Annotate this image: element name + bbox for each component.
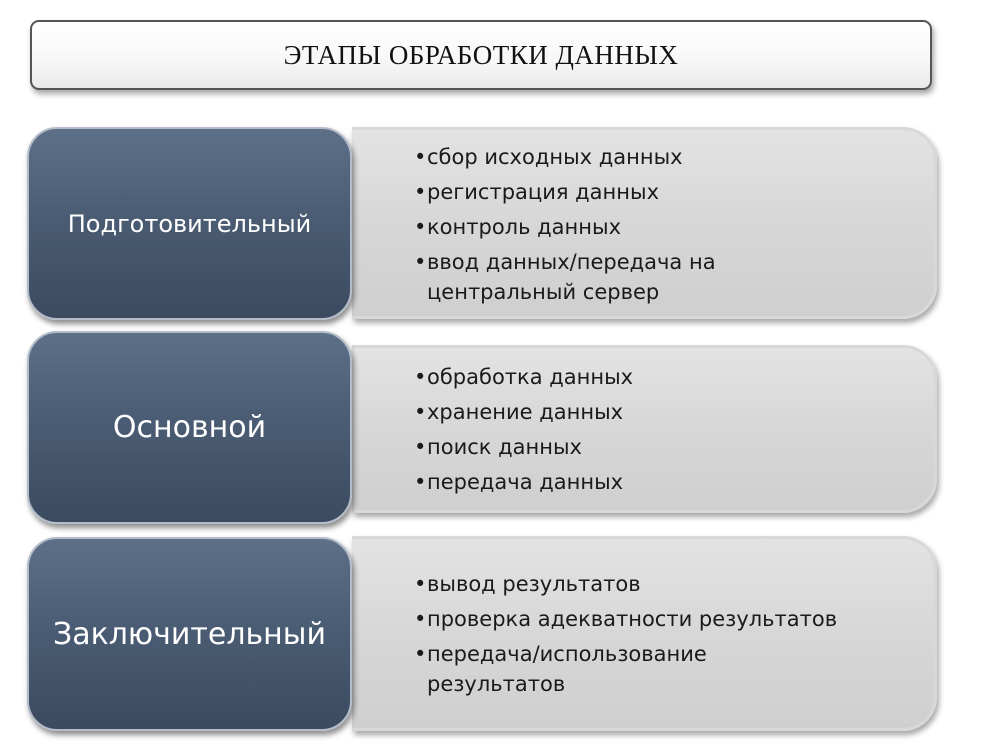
stage-items-list: • обработка данных • хранение данных • поис… bbox=[414, 362, 914, 502]
list-item: • передача/использование результатов bbox=[414, 639, 757, 699]
stage-label: Заключительный bbox=[53, 616, 326, 652]
list-item: • контроль данных bbox=[414, 212, 914, 242]
title-box: ЭТАПЫ ОБРАБОТКИ ДАННЫХ bbox=[30, 20, 932, 90]
list-item: • поиск данных bbox=[414, 432, 914, 462]
stage-details-box: • сбор исходных данных • регистрация данны… bbox=[352, 127, 937, 319]
stage-label: Подготовительный bbox=[67, 209, 312, 238]
bullet-icon: • bbox=[414, 607, 427, 631]
list-item: • регистрация данных bbox=[414, 177, 914, 207]
stage-label: Основной bbox=[112, 410, 267, 445]
bullet-icon: • bbox=[414, 365, 427, 389]
stage-items-list: • вывод результатов • проверка адекватност… bbox=[414, 569, 914, 704]
list-item: • обработка данных bbox=[414, 362, 914, 392]
bullet-icon: • bbox=[414, 470, 427, 494]
list-item: • проверка адекватности результатов bbox=[414, 604, 914, 634]
list-item: • сбор исходных данных bbox=[414, 142, 914, 172]
list-item: • хранение данных bbox=[414, 397, 914, 427]
list-item: • ввод данных/передача на центральный сер… bbox=[414, 247, 757, 307]
bullet-icon: • bbox=[414, 215, 427, 239]
bullet-icon: • bbox=[414, 145, 427, 169]
diagram-title: ЭТАПЫ ОБРАБОТКИ ДАННЫХ bbox=[283, 39, 679, 70]
bullet-icon: • bbox=[414, 642, 427, 666]
stage-details-box: • вывод результатов • проверка адекватност… bbox=[352, 536, 937, 731]
list-item: • вывод результатов bbox=[414, 569, 914, 599]
stage-label-box: Основной bbox=[27, 331, 352, 524]
bullet-icon: • bbox=[414, 435, 427, 459]
bullet-icon: • bbox=[414, 250, 427, 274]
stage-items-list: • сбор исходных данных • регистрация данны… bbox=[414, 142, 914, 312]
stage-label-box: Заключительный bbox=[27, 537, 352, 731]
bullet-icon: • bbox=[414, 180, 427, 204]
bullet-icon: • bbox=[414, 400, 427, 424]
stage-label-box: Подготовительный bbox=[27, 127, 352, 320]
bullet-icon: • bbox=[414, 572, 427, 596]
list-item: • передача данных bbox=[414, 467, 914, 497]
stage-details-box: • обработка данных • хранение данных • поис… bbox=[352, 345, 937, 513]
